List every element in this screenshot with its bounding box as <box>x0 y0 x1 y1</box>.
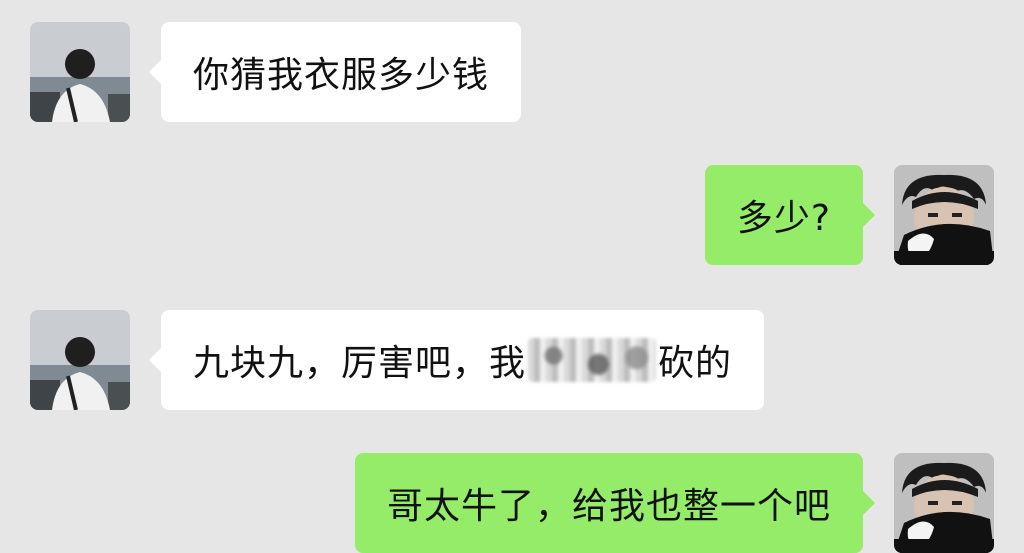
message-bubble[interactable]: 哥太牛了，给我也整一个吧 <box>354 453 876 553</box>
user-avatar-back-view-icon[interactable] <box>30 310 130 410</box>
user-avatar-face-covered-icon[interactable] <box>894 165 994 265</box>
censored-text-blur <box>528 338 657 382</box>
message-text: 你猜我衣服多少钱 <box>193 55 490 96</box>
user-avatar-face-covered-icon[interactable] <box>894 453 994 553</box>
chat-thread: 你猜我衣服多少钱 多少? 九块九，厉害吧，我 砍的 哥太牛了，给我也整一个吧 <box>0 0 1024 553</box>
message-row-incoming: 你猜我衣服多少钱 <box>30 22 522 122</box>
message-bubble[interactable]: 你猜我衣服多少钱 <box>148 22 522 122</box>
message-text-after: 砍的 <box>658 343 733 384</box>
user-avatar-back-view-icon[interactable] <box>30 22 130 122</box>
message-bubble[interactable]: 多少? <box>704 165 876 265</box>
message-bubble[interactable]: 九块九，厉害吧，我 砍的 <box>148 310 765 410</box>
message-text: 哥太牛了，给我也整一个吧 <box>386 486 831 527</box>
message-row-incoming: 九块九，厉害吧，我 砍的 <box>30 310 765 410</box>
message-row-outgoing: 多少? <box>704 165 994 265</box>
message-text: 多少? <box>736 198 831 239</box>
message-row-outgoing: 哥太牛了，给我也整一个吧 <box>354 453 994 553</box>
message-text-before: 九块九，厉害吧，我 <box>193 343 527 384</box>
